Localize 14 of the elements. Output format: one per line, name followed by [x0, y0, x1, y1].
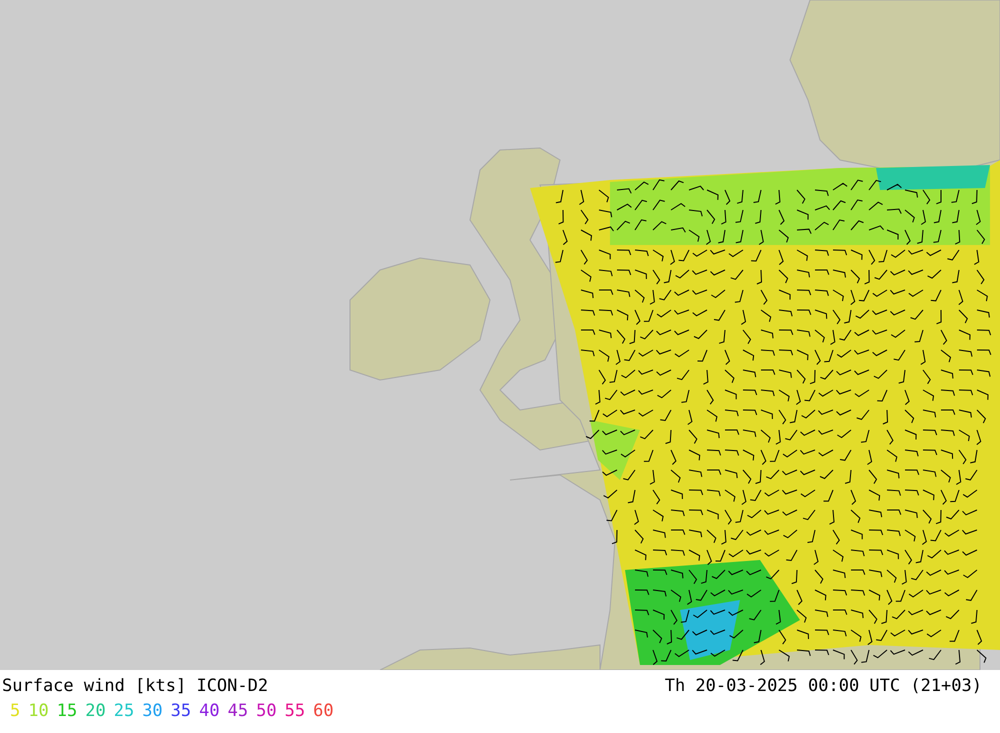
legend-value: 20: [85, 701, 106, 721]
legend-value: 5: [10, 701, 20, 721]
legend-value: 30: [142, 701, 163, 721]
legend-value: 45: [228, 701, 248, 721]
legend-value: 35: [170, 701, 192, 721]
legend-value: 25: [114, 701, 134, 721]
valid-time: Th 20-03-2025 00:00 UTC (21+03): [664, 676, 982, 696]
legend-value: 15: [56, 701, 78, 721]
legend-value: 10: [28, 701, 49, 721]
legend-value: 60: [313, 701, 334, 721]
map-title: Surface wind [kts] ICON-D2: [2, 676, 268, 696]
legend-value: 40: [199, 701, 220, 721]
legend-value: 50: [256, 701, 277, 721]
legend-value: 55: [284, 701, 306, 721]
